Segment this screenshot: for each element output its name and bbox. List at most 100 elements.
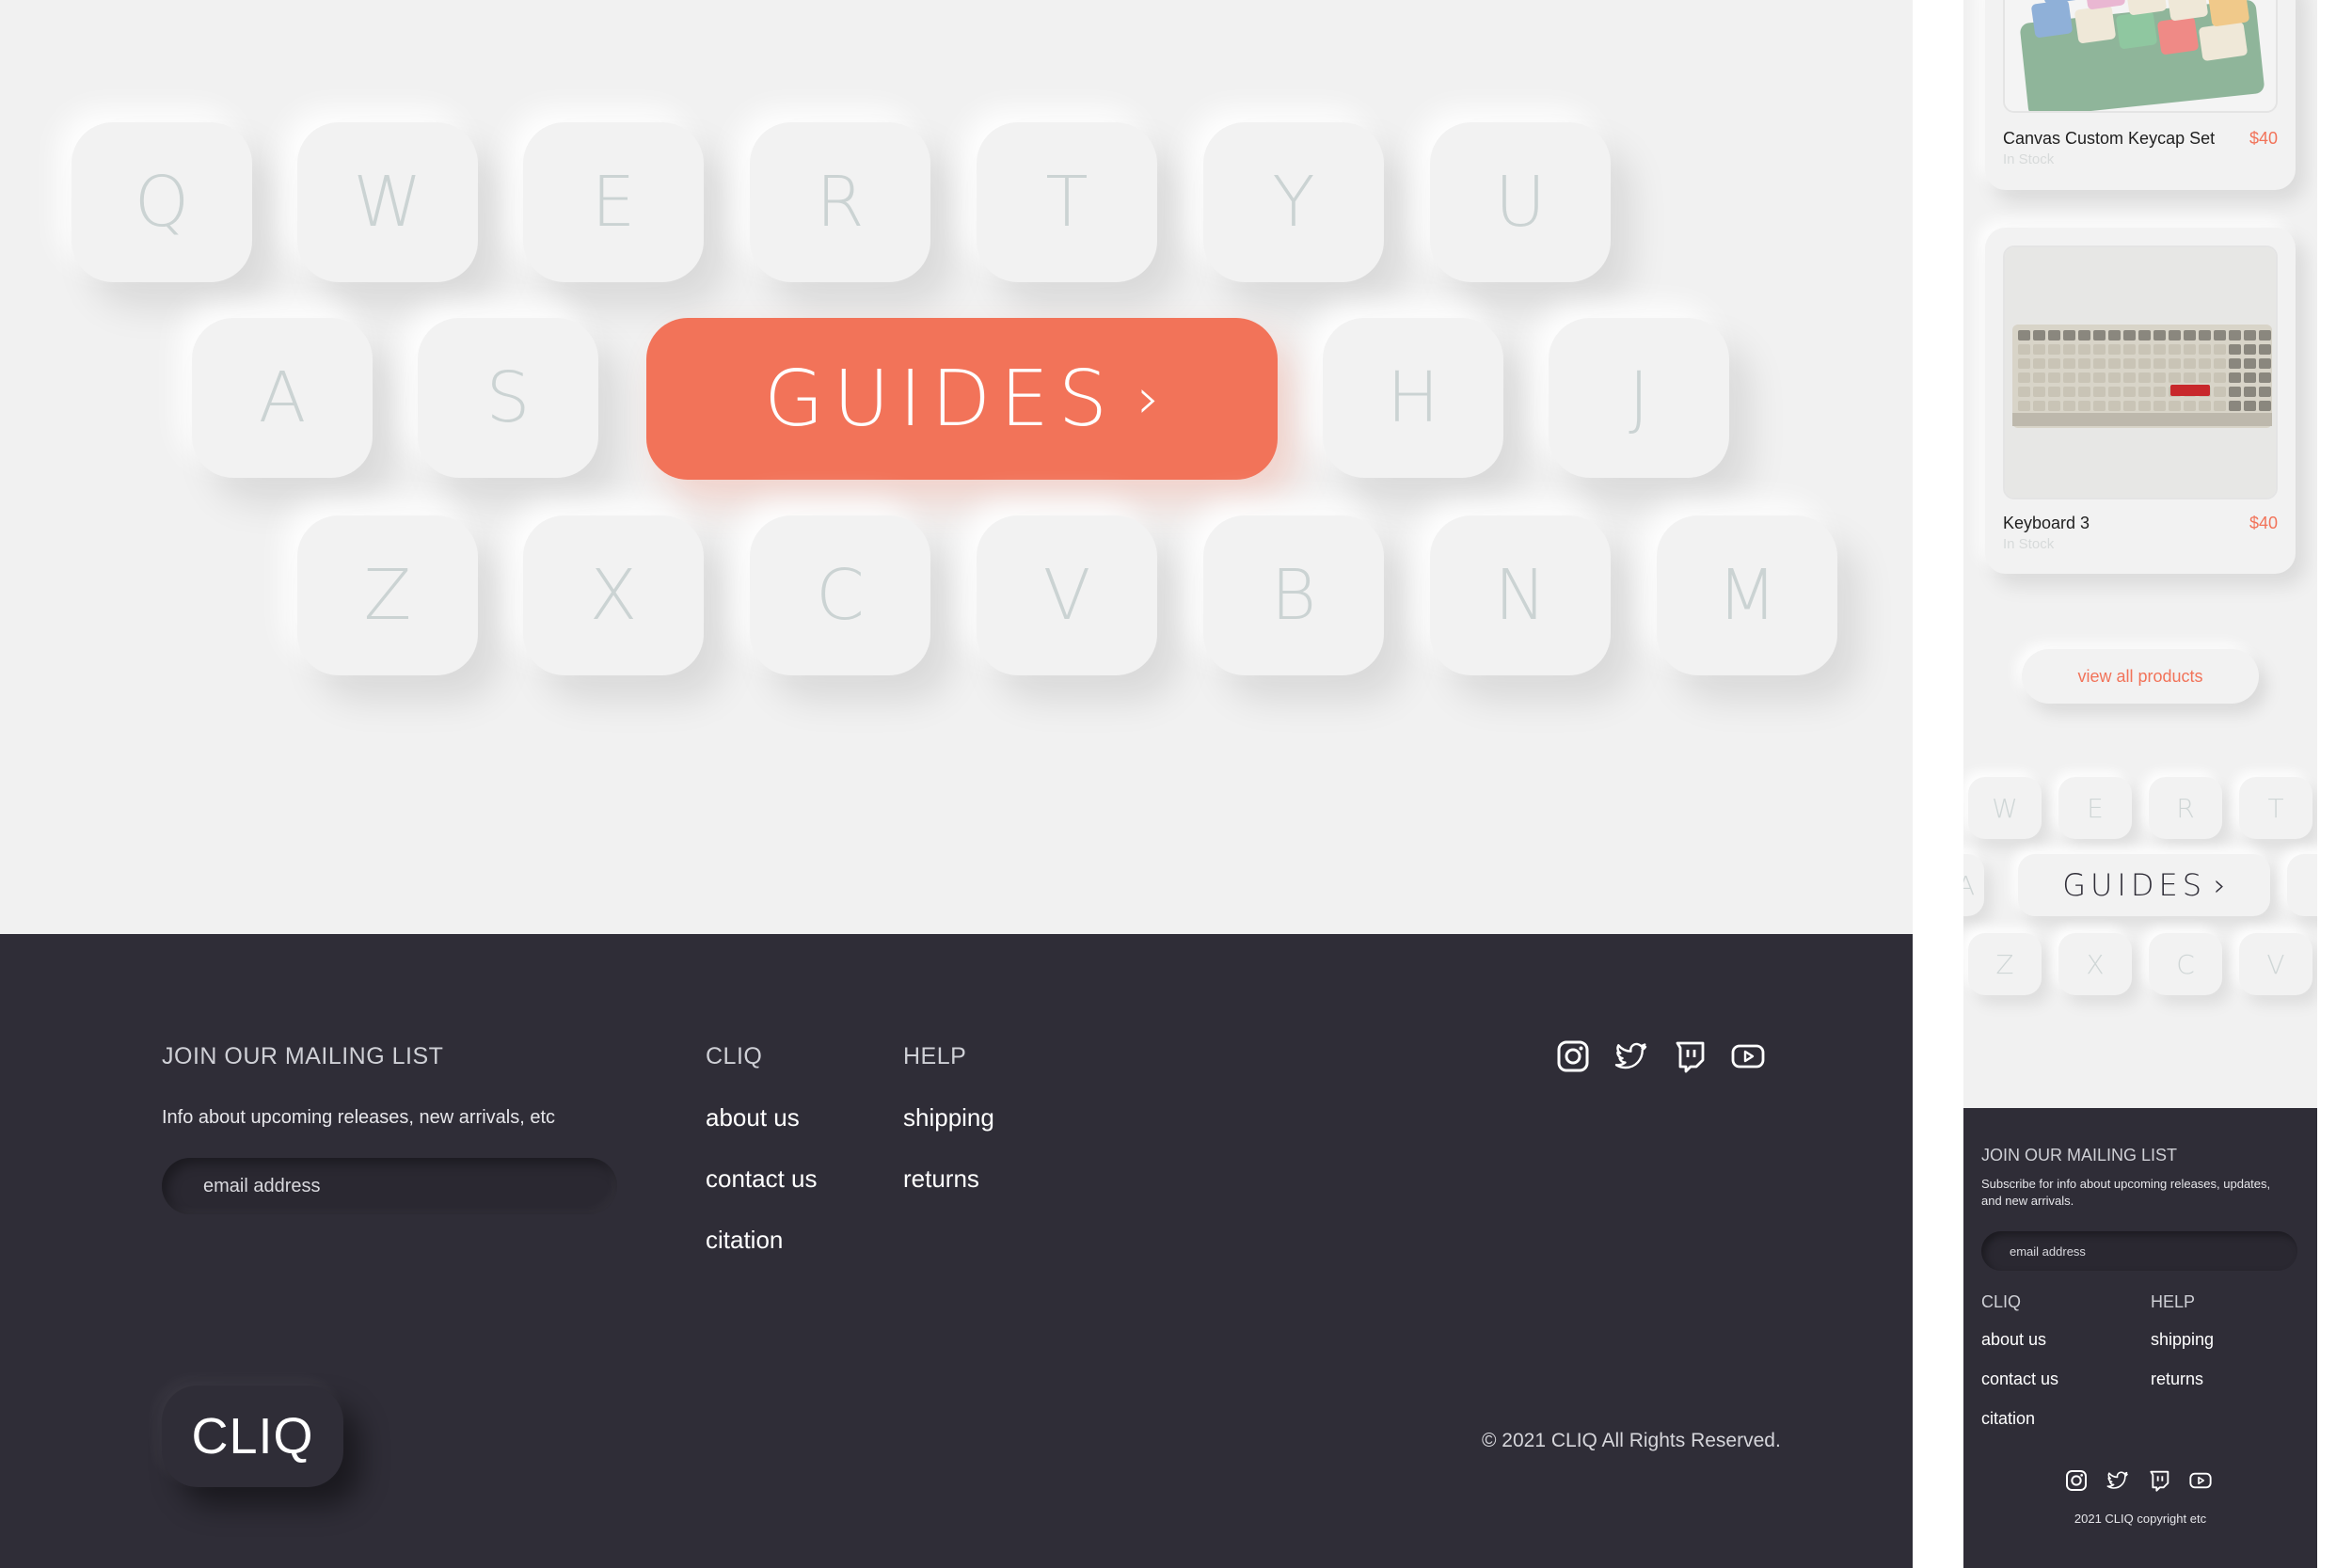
keycap xyxy=(2214,344,2226,355)
key-z[interactable]: Z xyxy=(297,515,478,675)
keycap xyxy=(2199,330,2211,341)
mini-guides-button[interactable]: GUIDES › xyxy=(2018,854,2270,916)
link-about-us[interactable]: about us xyxy=(1981,1330,2046,1350)
mini-key-w[interactable]: W xyxy=(1968,777,2042,839)
keycap xyxy=(2123,401,2136,411)
keycap xyxy=(2138,387,2151,397)
keycap xyxy=(2108,401,2121,411)
key-e[interactable]: E xyxy=(523,122,704,282)
keycap xyxy=(2184,330,2196,341)
desktop-view: Q W E R T Y U A S GUIDES › H J Z X C V B… xyxy=(0,0,1913,1568)
help-heading: HELP xyxy=(903,1043,967,1069)
link-contact-us[interactable]: contact us xyxy=(1981,1370,2058,1389)
key-t[interactable]: T xyxy=(977,122,1157,282)
product-name[interactable]: Keyboard 3 xyxy=(2003,514,2090,533)
keycap xyxy=(2123,344,2136,355)
link-shipping[interactable]: shipping xyxy=(903,1103,994,1132)
cliq-heading: CLIQ xyxy=(1981,1292,2022,1311)
mini-key-v[interactable]: V xyxy=(2239,933,2312,995)
keycap xyxy=(2123,372,2136,383)
keycap xyxy=(2018,401,2030,411)
keycap xyxy=(2229,358,2241,369)
keycap xyxy=(2033,372,2045,383)
keycap xyxy=(2108,358,2121,369)
mini-key-x[interactable]: X xyxy=(2058,933,2132,995)
key-q[interactable]: Q xyxy=(72,122,252,282)
email-placeholder: email address xyxy=(203,1175,321,1196)
email-input[interactable]: email address xyxy=(1981,1231,2297,1271)
product-price: $40 xyxy=(2249,514,2278,532)
keycap xyxy=(2123,358,2136,369)
link-citation[interactable]: citation xyxy=(1981,1409,2035,1429)
key-u[interactable]: U xyxy=(1430,122,1611,282)
keycap xyxy=(2244,401,2256,411)
mini-key-r[interactable]: R xyxy=(2149,777,2222,839)
cliq-logo[interactable]: CLIQ xyxy=(162,1386,343,1487)
link-shipping[interactable]: shipping xyxy=(2151,1330,2214,1350)
keycap xyxy=(2184,401,2196,411)
keycap xyxy=(2214,401,2226,411)
twitter-icon[interactable] xyxy=(1614,1039,1648,1073)
link-citation[interactable]: citation xyxy=(706,1226,783,1255)
keycap xyxy=(2169,401,2181,411)
twitter-icon[interactable] xyxy=(2106,1469,2129,1492)
product-card[interactable]: Canvas Custom Keycap Set $40 In Stock xyxy=(1985,0,2296,190)
key-y[interactable]: Y xyxy=(1203,122,1384,282)
mini-key-t[interactable]: T xyxy=(2239,777,2312,839)
keycap xyxy=(2093,330,2106,341)
mini-key-c[interactable]: C xyxy=(2149,933,2222,995)
mini-key-e[interactable]: E xyxy=(2058,777,2132,839)
keycap xyxy=(2138,401,2151,411)
keycap xyxy=(2229,372,2241,383)
key-h[interactable]: H xyxy=(1323,318,1503,478)
keycap xyxy=(2048,387,2060,397)
keycap xyxy=(2123,387,2136,397)
mini-key-a[interactable]: A xyxy=(1963,854,1984,916)
keycap xyxy=(2048,344,2060,355)
instagram-icon[interactable] xyxy=(2065,1469,2088,1492)
key-c[interactable]: C xyxy=(750,515,930,675)
keycap xyxy=(2033,358,2045,369)
key-s[interactable]: S xyxy=(418,318,598,478)
email-placeholder: email address xyxy=(2010,1243,2086,1259)
product-card[interactable]: Keyboard 3 $40 In Stock xyxy=(1985,228,2296,574)
keycap xyxy=(2078,330,2090,341)
view-all-products-button[interactable]: view all products xyxy=(2022,649,2259,704)
key-m[interactable]: M xyxy=(1657,515,1837,675)
youtube-icon[interactable] xyxy=(2189,1469,2212,1492)
keycap xyxy=(2078,372,2090,383)
key-w[interactable]: W xyxy=(297,122,478,282)
key-r[interactable]: R xyxy=(750,122,930,282)
mobile-view: Canvas Custom Keycap Set $40 In Stock Ke… xyxy=(1963,0,2317,1568)
key-v[interactable]: V xyxy=(977,515,1157,675)
key-x[interactable]: X xyxy=(523,515,704,675)
keycap xyxy=(2078,358,2090,369)
twitch-icon[interactable] xyxy=(2148,1469,2170,1492)
email-input[interactable]: email address xyxy=(162,1158,617,1214)
keycap xyxy=(2244,372,2256,383)
guides-button[interactable]: GUIDES › xyxy=(646,318,1278,480)
product-image xyxy=(2003,0,2278,113)
key-j[interactable]: J xyxy=(1549,318,1729,478)
keycap xyxy=(2048,358,2060,369)
link-about-us[interactable]: about us xyxy=(706,1103,800,1132)
twitch-icon[interactable] xyxy=(1673,1039,1707,1073)
instagram-icon[interactable] xyxy=(1556,1039,1590,1073)
keycap xyxy=(2169,330,2181,341)
mini-guides-label: GUIDES xyxy=(2062,867,2207,903)
keycap xyxy=(2093,372,2106,383)
mini-key-partial[interactable] xyxy=(2287,854,2317,916)
key-a[interactable]: A xyxy=(192,318,373,478)
key-b[interactable]: B xyxy=(1203,515,1384,675)
key-n[interactable]: N xyxy=(1430,515,1611,675)
keycap xyxy=(2214,330,2226,341)
link-returns[interactable]: returns xyxy=(2151,1370,2203,1389)
link-contact-us[interactable]: contact us xyxy=(706,1164,818,1194)
keycap xyxy=(2018,358,2030,369)
mini-key-z[interactable]: Z xyxy=(1968,933,2042,995)
keycap xyxy=(2108,387,2121,397)
product-name[interactable]: Canvas Custom Keycap Set xyxy=(2003,129,2215,149)
keycap xyxy=(2184,358,2196,369)
youtube-icon[interactable] xyxy=(1731,1039,1765,1073)
link-returns[interactable]: returns xyxy=(903,1164,979,1194)
